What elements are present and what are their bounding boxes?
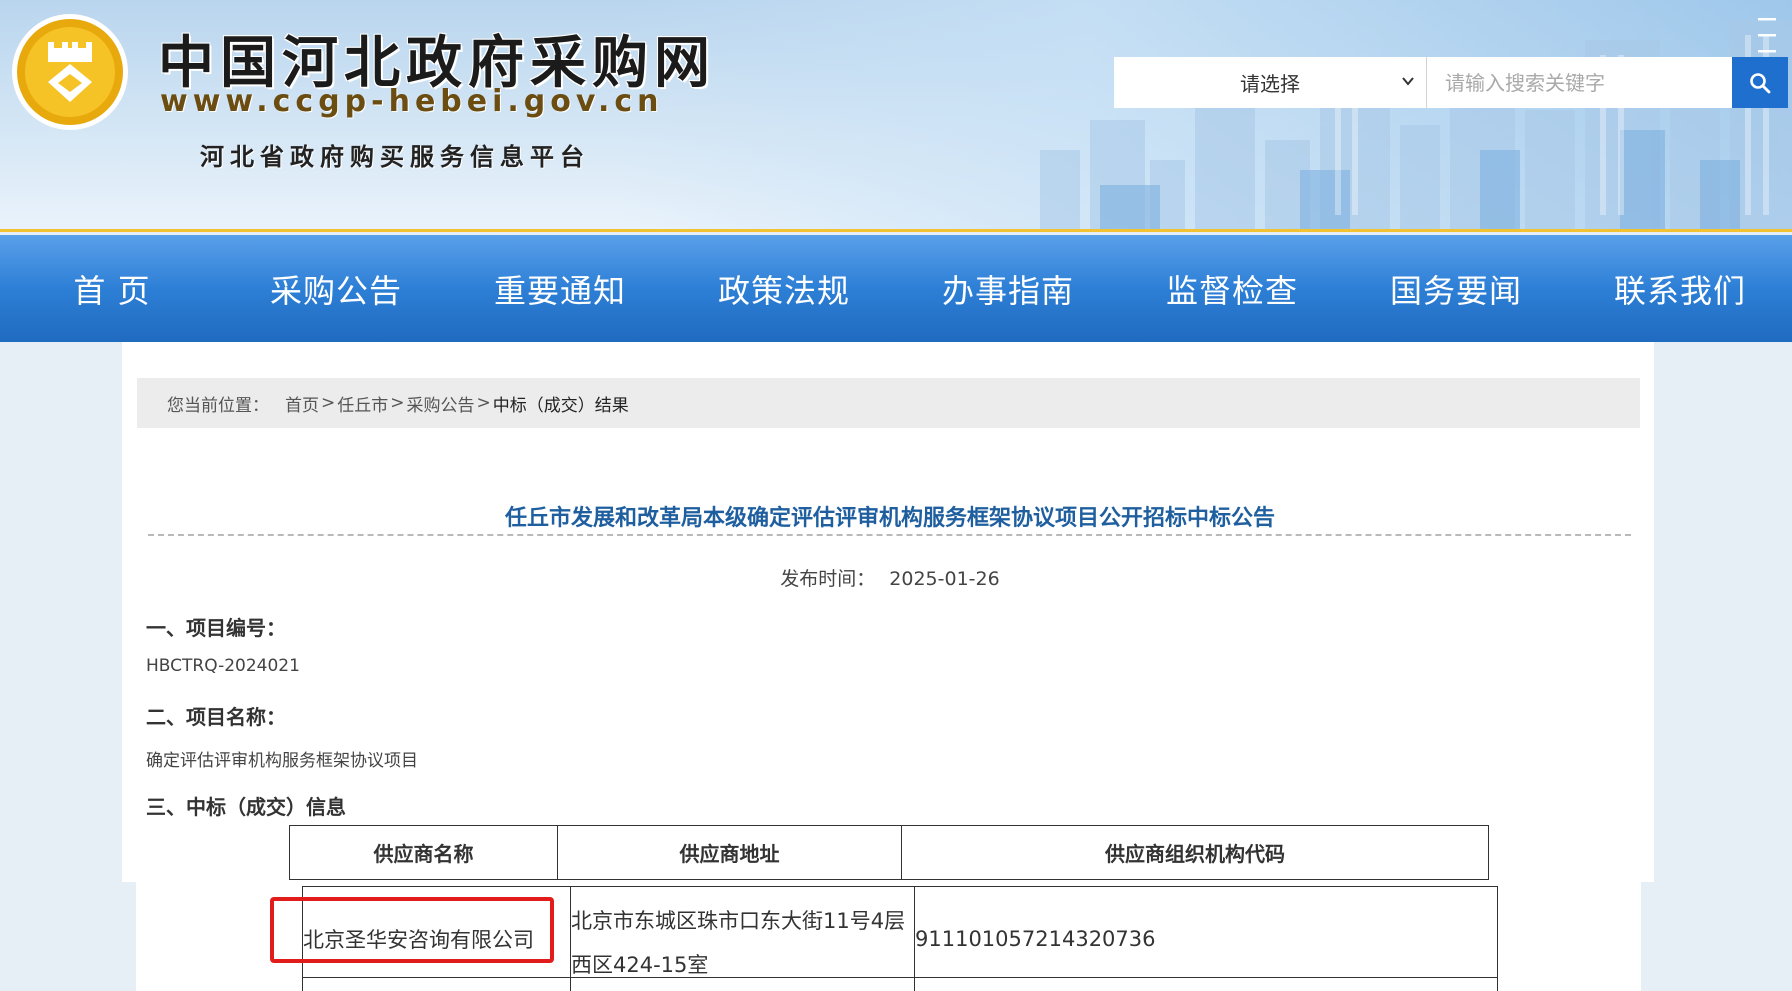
- main-nav: 首 页 采购公告 重要通知 政策法规 办事指南 监督检查 国务要闻 联系我们: [0, 235, 1792, 342]
- breadcrumb: 您当前位置： 首页 > 任丘市 > 采购公告 > 中标（成交）结果: [137, 378, 1640, 428]
- breadcrumb-separator: >: [390, 393, 405, 413]
- nav-item-important-notices[interactable]: 重要通知: [448, 235, 672, 342]
- supplier-address-line1: 北京市东城区珠市口东大街11号4层: [571, 909, 906, 933]
- nav-item-contact[interactable]: 联系我们: [1568, 235, 1792, 342]
- breadcrumb-link-home[interactable]: 首页: [285, 391, 319, 416]
- project-name-value: 确定评估评审机构服务框架协议项目: [146, 751, 418, 771]
- supplier-address-line2: 西区424-15室: [571, 953, 709, 977]
- search-icon: [1750, 72, 1771, 93]
- header-gold-divider: [0, 229, 1792, 232]
- nav-item-procurement-notices[interactable]: 采购公告: [224, 235, 448, 342]
- project-number-value: HBCTRQ-2024021: [146, 656, 300, 676]
- site-url: www.ccgp-hebei.gov.cn: [160, 84, 664, 119]
- search-category-value: 请选择: [1240, 72, 1300, 96]
- nav-item-policies[interactable]: 政策法规: [672, 235, 896, 342]
- supplier-address-cell: 北京市东城区珠市口东大街11号4层 西区424-15室: [571, 887, 915, 991]
- table-row-divider: [302, 977, 1498, 978]
- section-heading-award-info: 三、中标（成交）信息: [146, 795, 346, 819]
- breadcrumb-separator: >: [321, 393, 336, 413]
- breadcrumb-link-notices[interactable]: 采购公告: [407, 391, 475, 416]
- search-bar: 请选择: [1114, 57, 1788, 108]
- nav-item-home[interactable]: 首 页: [0, 235, 224, 342]
- breadcrumb-link-city[interactable]: 任丘市: [337, 391, 388, 416]
- publish-date: 2025-01-26: [889, 568, 1000, 590]
- table-header-supplier-name: 供应商名称: [290, 826, 558, 879]
- search-category-select[interactable]: 请选择: [1114, 57, 1427, 108]
- publish-label: 发布时间：: [780, 568, 876, 590]
- search-button[interactable]: [1732, 57, 1788, 108]
- breadcrumb-label: 您当前位置：: [167, 395, 269, 416]
- nav-item-state-news[interactable]: 国务要闻: [1344, 235, 1568, 342]
- chevron-down-icon: [1402, 77, 1414, 86]
- section-heading-project-number: 一、项目编号：: [146, 616, 286, 640]
- nav-item-supervision[interactable]: 监督检查: [1120, 235, 1344, 342]
- breadcrumb-current: 中标（成交）结果: [492, 395, 629, 416]
- search-input[interactable]: [1427, 57, 1732, 108]
- supplier-org-code: 911101057214320736: [915, 927, 1156, 951]
- title-divider: [148, 534, 1631, 536]
- publish-date-row: 发布时间： 2025-01-26: [150, 564, 1630, 591]
- supplier-code-cell: 911101057214320736: [915, 887, 1497, 991]
- nav-item-guide[interactable]: 办事指南: [896, 235, 1120, 342]
- menu-icon[interactable]: [1756, 14, 1778, 58]
- section-heading-project-name: 二、项目名称：: [146, 705, 286, 729]
- supplier-highlight-box: [270, 897, 554, 963]
- breadcrumb-separator: >: [476, 393, 491, 413]
- table-header-org-code: 供应商组织机构代码: [1105, 842, 1285, 866]
- award-table-header: 供应商名称 供应商地址 供应商组织机构代码: [289, 825, 1489, 880]
- logo-emblem-icon: [12, 14, 128, 130]
- site-subtitle: 河北省政府购买服务信息平台: [200, 143, 590, 171]
- article-title: 任丘市发展和改革局本级确定评估评审机构服务框架协议项目公开招标中标公告: [504, 506, 1275, 531]
- table-header-supplier-address: 供应商地址: [558, 826, 902, 879]
- site-header: 中国河北政府采购网 www.ccgp-hebei.gov.cn 河北省政府购买服…: [0, 0, 1792, 232]
